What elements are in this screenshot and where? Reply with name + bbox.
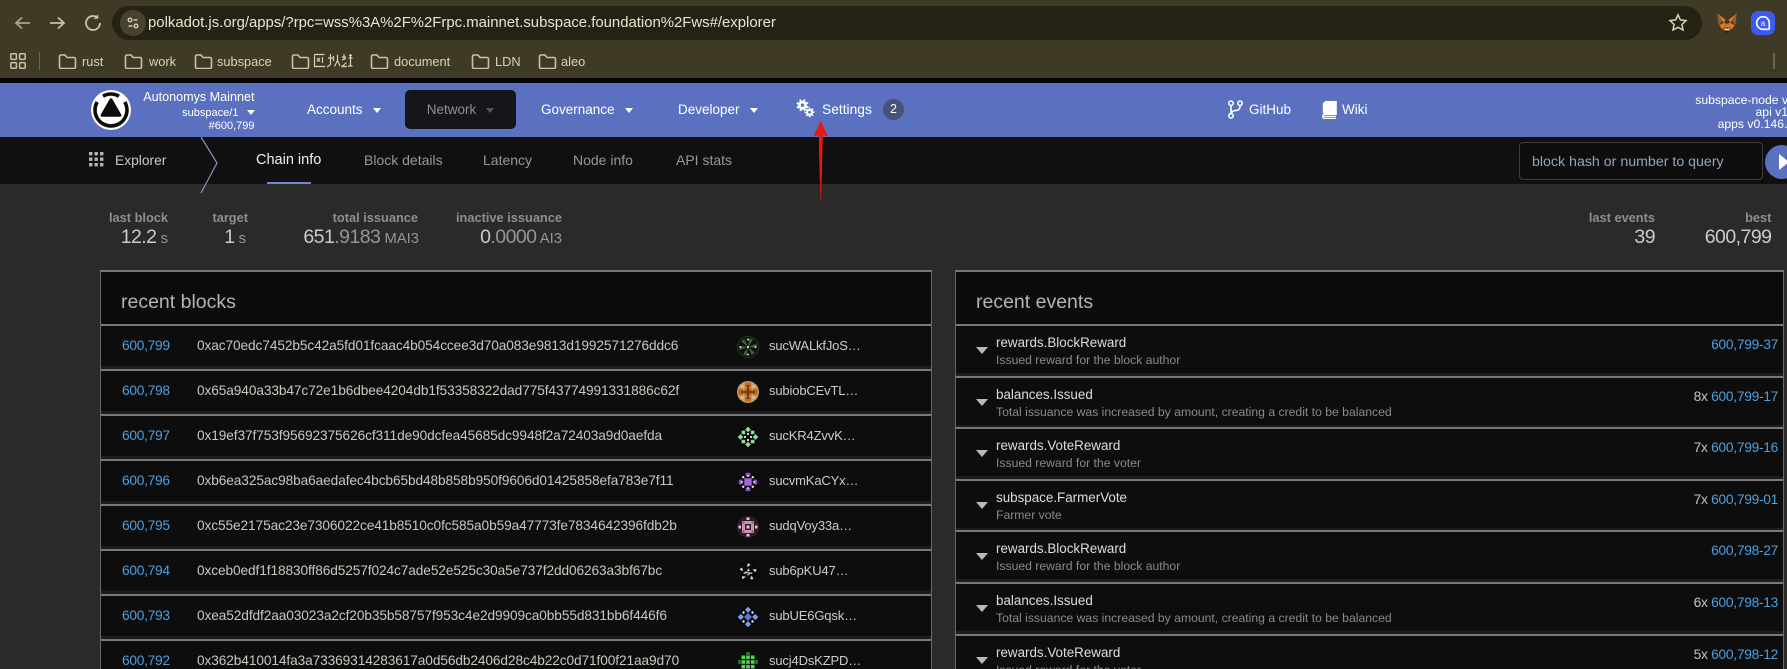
svg-text:a: a [1761, 19, 1766, 28]
